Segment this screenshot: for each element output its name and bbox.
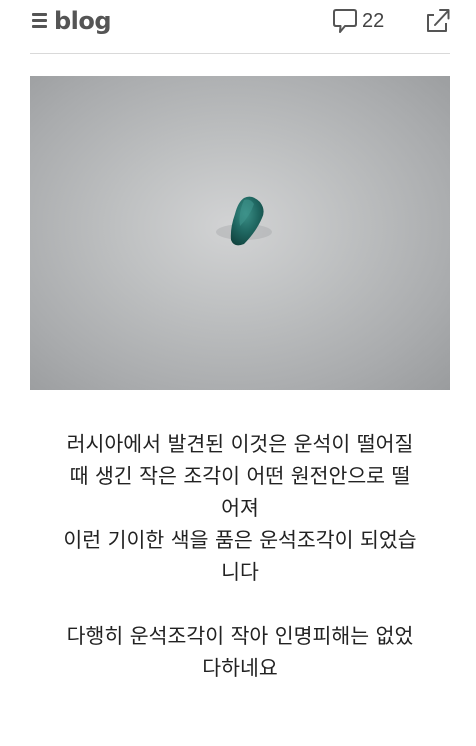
blog-post-screen: blog 22 러시아에서 발견된 이것은 운석이 떨어질 때 생긴 작은 조각… <box>0 0 476 746</box>
meteorite-fragment-photo[interactable] <box>30 76 450 390</box>
top-bar: blog 22 <box>30 0 450 54</box>
comment-count: 22 <box>362 10 385 32</box>
share-arrow-icon <box>427 9 450 32</box>
blog-logo[interactable]: blog <box>54 4 112 38</box>
share-button[interactable] <box>424 6 452 34</box>
comment-button[interactable]: 22 <box>332 6 384 36</box>
post-paragraph: 러시아에서 발견된 이것은 운석이 떨어질 때 생긴 작은 조각이 어떤 원전안… <box>63 432 417 584</box>
post-body: 러시아에서 발견된 이것은 운석이 떨어질 때 생긴 작은 조각이 어떤 원전안… <box>24 428 456 684</box>
meteorite-fragment-image <box>216 196 272 246</box>
hamburger-menu-icon[interactable] <box>30 8 56 34</box>
speech-bubble-icon <box>333 9 357 33</box>
post-paragraph: 다행히 운석조각이 작아 인명피해는 없었 다하네요 <box>66 624 414 680</box>
